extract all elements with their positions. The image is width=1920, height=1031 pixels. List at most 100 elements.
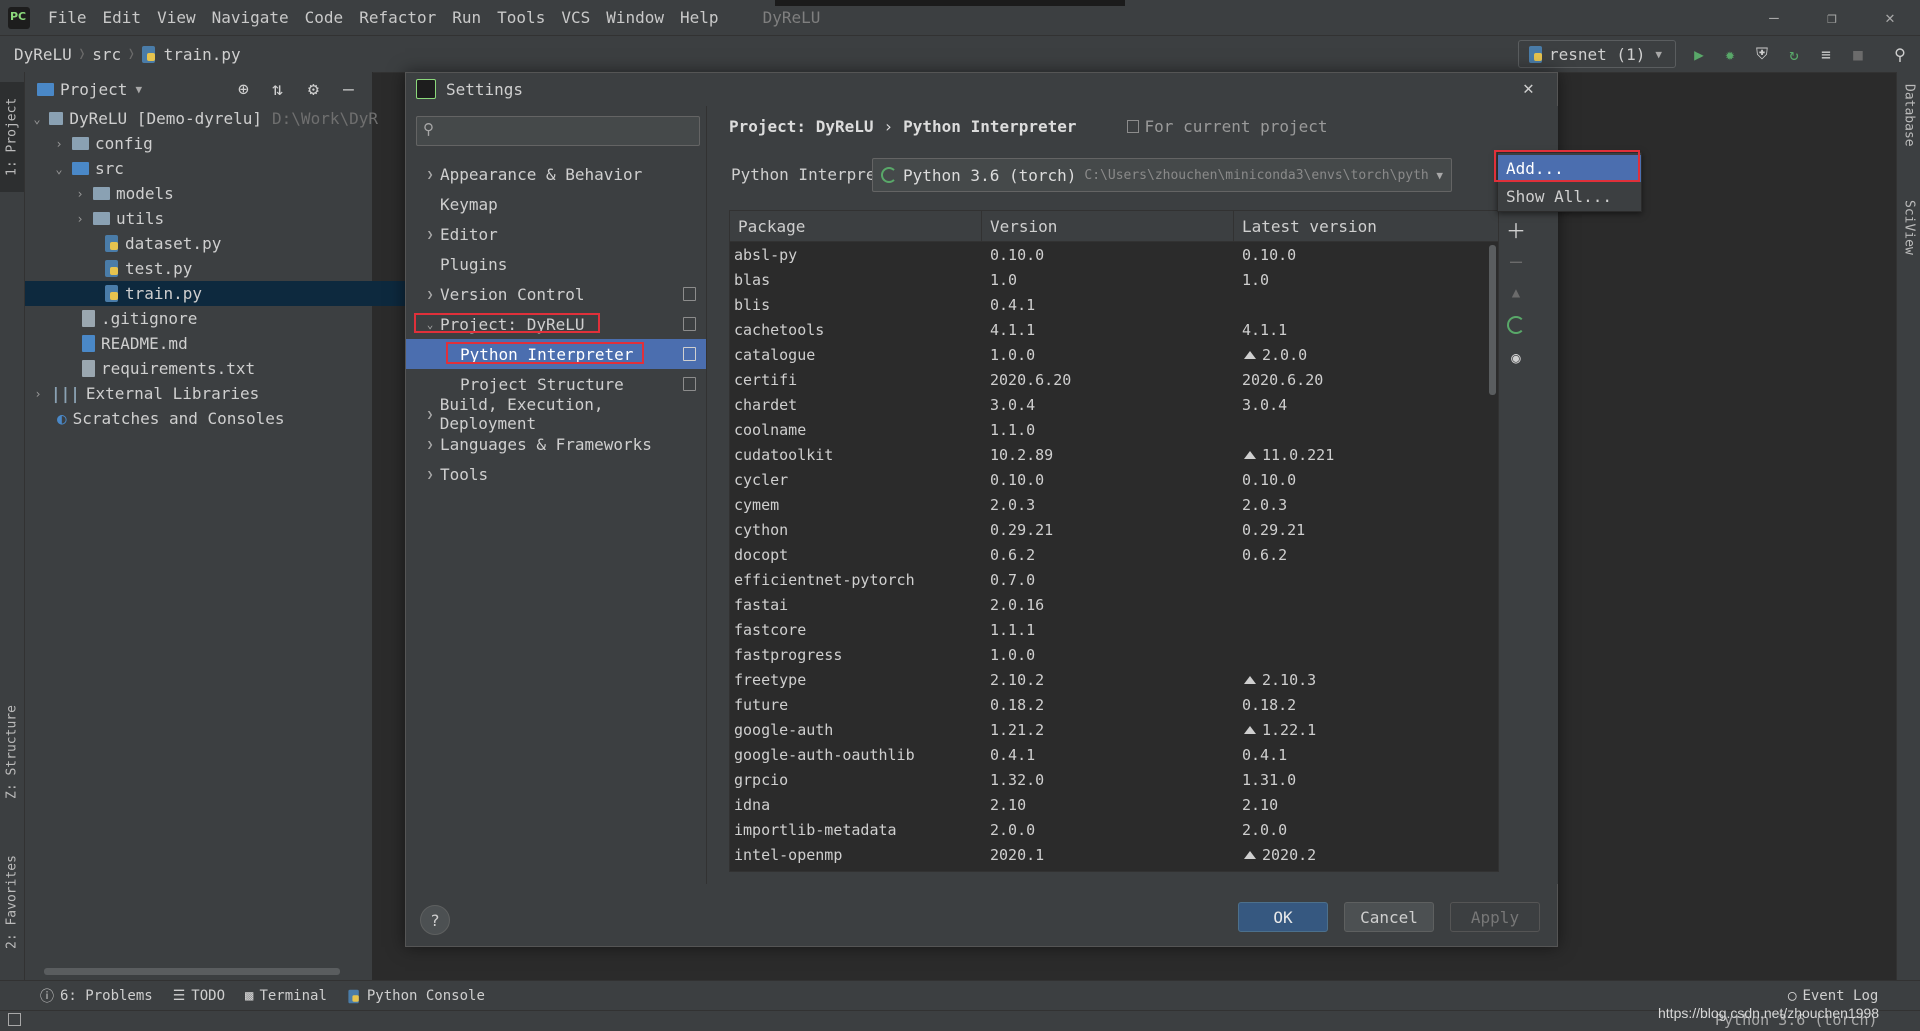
breadcrumb-src[interactable]: src xyxy=(86,45,127,64)
table-row[interactable]: idna 2.10 2.10 xyxy=(730,792,1490,817)
table-row[interactable]: fastprogress 1.0.0 xyxy=(730,642,1490,667)
run-icon[interactable]: ▶ xyxy=(1689,44,1709,64)
search-everywhere-icon[interactable]: ⚲ xyxy=(1890,44,1910,64)
menu-view[interactable]: View xyxy=(149,8,204,27)
table-row[interactable]: cymem 2.0.3 2.0.3 xyxy=(730,492,1490,517)
table-row[interactable]: catalogue 1.0.0 2.0.0 xyxy=(730,342,1490,367)
chevron-right-icon[interactable]: ❯ xyxy=(420,468,440,481)
table-row[interactable]: efficientnet-pytorch 0.7.0 xyxy=(730,567,1490,592)
tree-item-requirements[interactable]: requirements.txt xyxy=(25,356,429,381)
add-package-icon[interactable]: ＋ xyxy=(1505,218,1527,243)
tab-database[interactable]: Database xyxy=(1897,84,1920,184)
column-version[interactable]: Version xyxy=(982,211,1234,241)
collapse-all-icon[interactable]: ⇅ xyxy=(272,79,283,100)
table-row[interactable]: google-auth 1.21.2 1.22.1 xyxy=(730,717,1490,742)
sidebar-item-version-control[interactable]: ❯ Version Control xyxy=(406,279,706,309)
coverage-icon[interactable]: ⛨ xyxy=(1752,44,1772,64)
menu-item-show-all[interactable]: Show All... xyxy=(1498,183,1641,210)
menu-help[interactable]: Help xyxy=(672,8,727,27)
sidebar-item-build[interactable]: ❯ Build, Execution, Deployment xyxy=(406,395,706,433)
table-row[interactable]: blas 1.0 1.0 xyxy=(730,267,1490,292)
cancel-button[interactable]: Cancel xyxy=(1344,902,1434,932)
chevron-down-icon[interactable]: ⌄ xyxy=(52,162,66,176)
locate-icon[interactable]: ⊕ xyxy=(238,79,249,100)
table-row[interactable]: fastai 2.0.16 xyxy=(730,592,1490,617)
menu-vcs[interactable]: VCS xyxy=(553,8,598,27)
remove-package-icon[interactable]: — xyxy=(1505,249,1527,273)
interpreter-dropdown[interactable]: Python 3.6 (torch) C:\Users\zhouchen\min… xyxy=(872,158,1452,192)
chevron-right-icon[interactable]: ❯ xyxy=(420,408,440,421)
layout-toggle-icon[interactable] xyxy=(8,1013,21,1026)
chevron-down-icon[interactable]: ⌄ xyxy=(31,112,43,126)
tab-favorites[interactable]: 2: Favorites xyxy=(0,837,24,967)
table-row[interactable]: absl-py 0.10.0 0.10.0 xyxy=(730,242,1490,267)
horizontal-scrollbar[interactable] xyxy=(44,968,340,975)
table-row[interactable]: chardet 3.0.4 3.0.4 xyxy=(730,392,1490,417)
tab-project[interactable]: 1: Project xyxy=(0,82,24,192)
table-row[interactable]: cycler 0.10.0 0.10.0 xyxy=(730,467,1490,492)
tree-item-test-py[interactable]: test.py xyxy=(25,256,452,281)
menu-refactor[interactable]: Refactor xyxy=(351,8,444,27)
table-row[interactable]: grpcio 1.32.0 1.31.0 xyxy=(730,767,1490,792)
settings-search-input[interactable]: ⚲ xyxy=(416,116,700,146)
menu-navigate[interactable]: Navigate xyxy=(204,8,297,27)
tree-item-gitignore[interactable]: .gitignore xyxy=(25,306,429,331)
tree-item-config[interactable]: › config xyxy=(25,131,399,156)
apply-button[interactable]: Apply xyxy=(1450,902,1540,932)
table-row[interactable]: google-auth-oauthlib 0.4.1 0.4.1 xyxy=(730,742,1490,767)
ok-button[interactable]: OK xyxy=(1238,902,1328,932)
tree-item-utils[interactable]: › utils xyxy=(25,206,420,231)
tree-item-scratches[interactable]: ◐ Scratches and Consoles xyxy=(25,406,404,431)
table-row[interactable]: blis 0.4.1 xyxy=(730,292,1490,317)
table-row[interactable]: certifi 2020.6.20 2020.6.20 xyxy=(730,367,1490,392)
chevron-right-icon[interactable]: › xyxy=(73,212,87,226)
vertical-scrollbar[interactable] xyxy=(1489,245,1496,395)
chevron-down-icon[interactable]: ▼ xyxy=(135,83,142,96)
profile-icon[interactable]: ↻ xyxy=(1784,44,1804,64)
menu-window[interactable]: Window xyxy=(598,8,672,27)
sidebar-item-plugins[interactable]: Plugins xyxy=(406,249,706,279)
sidebar-item-editor[interactable]: ❯ Editor xyxy=(406,219,706,249)
gear-icon[interactable]: ⚙ xyxy=(308,79,319,100)
debug-icon[interactable]: ✹ xyxy=(1720,44,1740,64)
help-button[interactable]: ? xyxy=(420,905,450,935)
refresh-icon[interactable] xyxy=(1505,314,1527,336)
breadcrumb-train-py[interactable]: train.py xyxy=(158,45,247,64)
menu-run[interactable]: Run xyxy=(444,8,489,27)
table-row[interactable]: coolname 1.1.0 xyxy=(730,417,1490,442)
chevron-right-icon[interactable]: ❯ xyxy=(420,228,440,241)
column-package[interactable]: Package xyxy=(730,211,982,241)
minimize-icon[interactable]: — xyxy=(1745,0,1803,35)
table-row[interactable]: future 0.18.2 0.18.2 xyxy=(730,692,1490,717)
table-row[interactable]: fastcore 1.1.1 xyxy=(730,617,1490,642)
concurrency-icon[interactable]: ≡ xyxy=(1816,44,1836,64)
tab-structure[interactable]: Z: Structure xyxy=(0,692,24,812)
tree-item-root[interactable]: ⌄ DyReLU [Demo-dyrelu] D:\Work\DyR xyxy=(25,106,378,131)
table-row[interactable]: cachetools 4.1.1 4.1.1 xyxy=(730,317,1490,342)
menu-file[interactable]: File xyxy=(40,8,95,27)
chevron-right-icon[interactable]: ❯ xyxy=(420,438,440,451)
event-log-tab[interactable]: ◯ Event Log xyxy=(1788,988,1878,1004)
chevron-right-icon[interactable]: › xyxy=(73,187,87,201)
eye-icon[interactable]: ◉ xyxy=(1505,346,1527,368)
chevron-right-icon[interactable]: › xyxy=(52,137,66,151)
tree-item-dataset-py[interactable]: dataset.py xyxy=(25,231,452,256)
chevron-right-icon[interactable]: ❯ xyxy=(420,168,440,181)
breadcrumb-project[interactable]: DyReLU xyxy=(8,45,78,64)
sidebar-item-languages[interactable]: ❯ Languages & Frameworks xyxy=(406,429,706,459)
table-row[interactable]: intel-openmp 2020.1 2020.2 xyxy=(730,842,1490,867)
table-row[interactable]: importlib-metadata 2.0.0 2.0.0 xyxy=(730,817,1490,842)
run-config-dropdown[interactable]: resnet (1) ▼ xyxy=(1518,40,1676,68)
tree-item-readme[interactable]: README.md xyxy=(25,331,429,356)
python-console-tab[interactable]: Python Console xyxy=(347,988,485,1005)
menu-tools[interactable]: Tools xyxy=(489,8,553,27)
chevron-right-icon[interactable]: ❯ xyxy=(420,288,440,301)
sidebar-item-appearance[interactable]: ❯ Appearance & Behavior xyxy=(406,159,706,189)
sidebar-item-keymap[interactable]: Keymap xyxy=(406,189,706,219)
menu-edit[interactable]: Edit xyxy=(95,8,150,27)
menu-code[interactable]: Code xyxy=(297,8,352,27)
sidebar-item-tools[interactable]: ❯ Tools xyxy=(406,459,706,489)
problems-tab[interactable]: ⓘ 6: Problems xyxy=(40,986,153,1006)
column-latest-version[interactable]: Latest version xyxy=(1234,211,1498,241)
table-row[interactable]: cudatoolkit 10.2.89 11.0.221 xyxy=(730,442,1490,467)
